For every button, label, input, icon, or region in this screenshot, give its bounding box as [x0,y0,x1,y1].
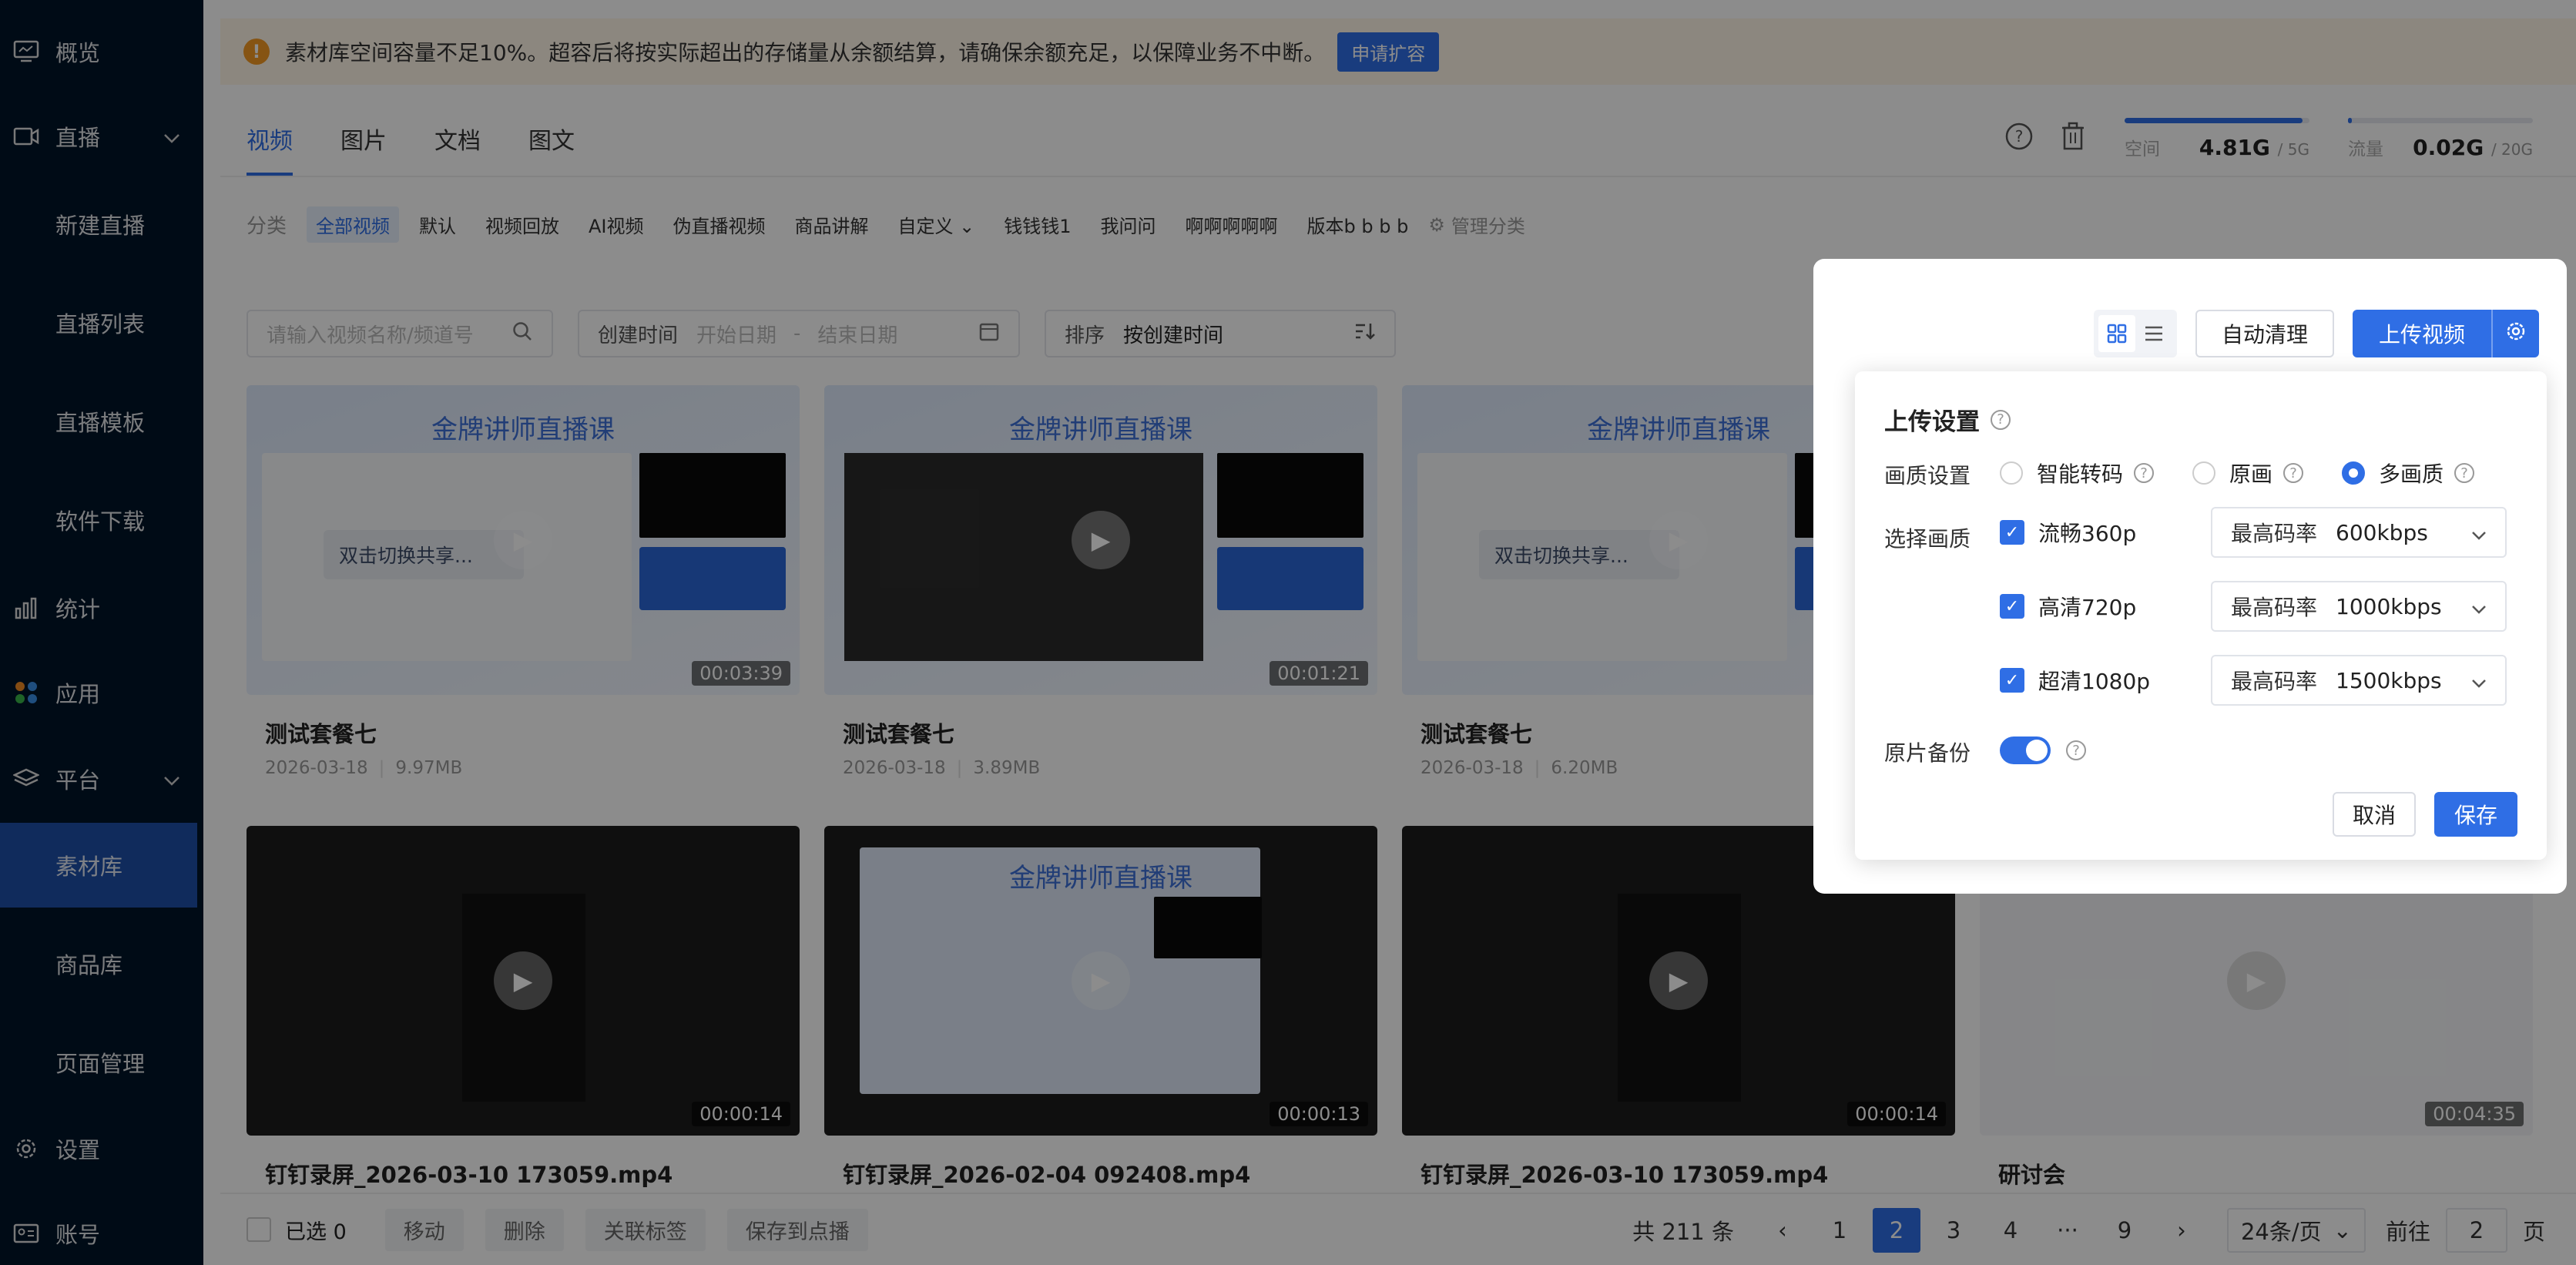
quality-setting-label: 画质设置 [1884,463,1971,488]
help-icon[interactable]: ? [1991,409,2011,430]
grid-view-icon[interactable] [2098,315,2135,352]
upload-toolbar: 自动清理 上传视频 [2093,310,2539,357]
quality-name: 超清1080p [2038,669,2151,694]
radio-circle [2192,461,2216,485]
help-icon[interactable]: ? [2134,463,2155,483]
quality-radio-group: 智能转码? 原画? 多画质? [2000,458,2513,488]
radio-circle-selected [2342,461,2366,485]
help-icon[interactable]: ? [2283,463,2304,483]
checkbox-720p[interactable]: ✓ [2000,594,2024,619]
upload-settings-button[interactable] [2491,310,2539,357]
quality-name: 流畅360p [2038,521,2137,546]
quality-row-360p: ✓ 流畅360p 最高码率 600kbps [2000,507,2576,558]
settings-icon [2504,320,2527,348]
quality-name: 高清720p [2038,595,2137,620]
bitrate-select-360p[interactable]: 最高码率 600kbps [2211,507,2507,558]
quality-row-720p: ✓ 高清720p 最高码率 1000kbps [2000,581,2576,632]
view-toggle [2093,310,2177,357]
select-quality-label: 选择画质 [1884,526,1971,552]
list-view-icon[interactable] [2135,315,2172,352]
radio-label: 多画质 [2379,461,2444,487]
bitrate-value: 600kbps [2336,519,2428,545]
save-button[interactable]: 保存 [2433,792,2517,837]
chevron-down-icon [2471,520,2487,545]
upload-settings-panel: 上传设置? 画质设置 智能转码? 原画? 多画质? 选择画质 ✓ 流畅360p … [1855,371,2547,860]
bitrate-select-1080p[interactable]: 最高码率 1500kbps [2211,655,2507,706]
chevron-down-icon [2471,668,2487,693]
radio-multi-quality[interactable]: 多画质? [2342,458,2475,488]
panel-actions: 取消 保存 [2332,792,2517,837]
radio-circle [2000,461,2023,485]
auto-clean-button[interactable]: 自动清理 [2195,310,2334,357]
bitrate-value: 1000kbps [2336,593,2442,619]
panel-title-text: 上传设置 [1884,408,1980,436]
upload-video-button[interactable]: 上传视频 [2352,310,2491,357]
panel-title: 上传设置? [1884,402,2011,437]
help-icon[interactable]: ? [2066,740,2086,760]
bitrate-select-720p[interactable]: 最高码率 1000kbps [2211,581,2507,632]
cancel-button[interactable]: 取消 [2332,792,2416,837]
upload-popover: 自动清理 上传视频 上传设置? 画质设置 智能转码? 原画? 多画质? 选择画质… [1813,259,2567,894]
radio-smart-transcode[interactable]: 智能转码? [2000,458,2155,488]
radio-label: 原画 [2229,461,2273,487]
quality-row-1080p: ✓ 超清1080p 最高码率 1500kbps [2000,655,2576,706]
radio-label: 智能转码 [2037,461,2124,487]
radio-original[interactable]: 原画? [2192,458,2304,488]
bitrate-value: 1500kbps [2336,667,2442,693]
toggle-knob [2026,740,2048,761]
chevron-down-icon [2471,594,2487,619]
checkbox-360p[interactable]: ✓ [2000,520,2024,545]
backup-label: 原片备份 [1884,740,1971,766]
bitrate-label: 最高码率 [2231,595,2318,620]
help-icon[interactable]: ? [2454,463,2475,483]
bitrate-label: 最高码率 [2231,521,2318,546]
backup-toggle[interactable] [2000,737,2051,764]
bitrate-label: 最高码率 [2231,669,2318,694]
checkbox-1080p[interactable]: ✓ [2000,668,2024,693]
